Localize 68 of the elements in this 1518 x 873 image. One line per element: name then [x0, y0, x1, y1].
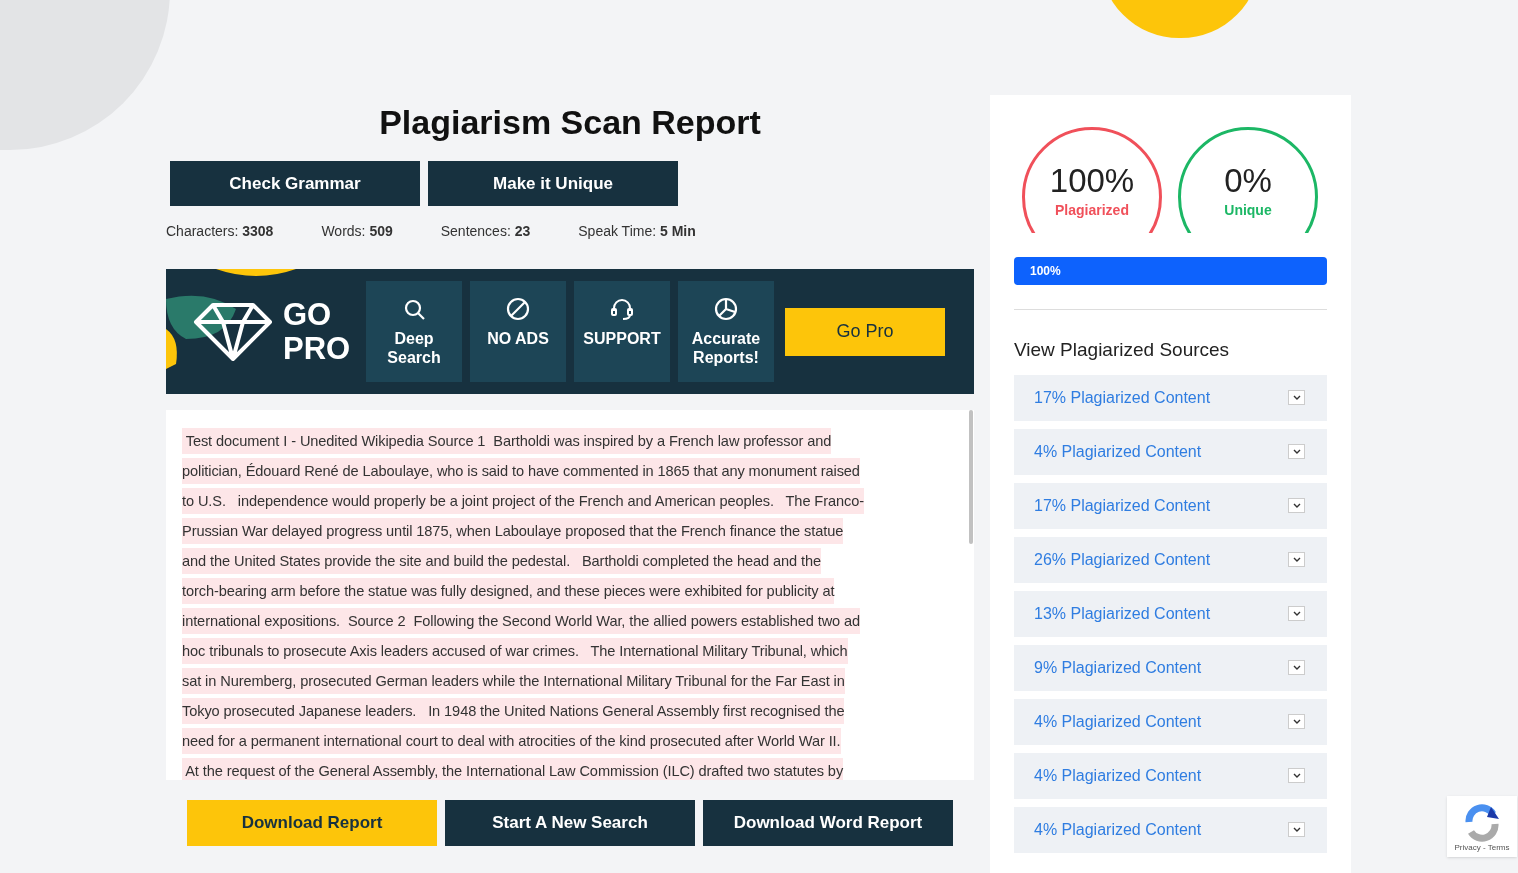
source-item[interactable]: 9% Plagiarized Content [1014, 644, 1327, 691]
score-value: 100% [1049, 162, 1135, 200]
action-button[interactable]: Make it Unique [428, 161, 678, 206]
source-item[interactable]: 26% Plagiarized Content [1014, 536, 1327, 583]
stat-text: Characters: 3308 [166, 222, 274, 241]
refresh-arrows-icon [1463, 804, 1501, 842]
sources-heading: View Plagiarized Sources [1014, 338, 1231, 362]
scrollbar[interactable] [969, 410, 973, 544]
pie-chart-icon [714, 297, 738, 321]
chevron-icon [1292, 449, 1301, 454]
stat-text: Words: 509 [321, 222, 393, 241]
progress-fill: 100% [1014, 257, 1327, 285]
chevron-button[interactable] [1288, 606, 1305, 621]
page-title: Plagiarism Scan Report [378, 102, 762, 143]
source-label: 4% Plagiarized Content [1034, 765, 1202, 786]
action-button[interactable]: Download Word Report [703, 800, 953, 846]
stat-text: Speak Time: 5 Min [578, 222, 696, 241]
go-pro-button[interactable]: Go Pro [785, 307, 945, 356]
chevron-icon [1292, 719, 1301, 724]
score-label: Plagiarized [1055, 201, 1129, 220]
diamond-icon [193, 301, 273, 362]
source-label: 13% Plagiarized Content [1034, 603, 1211, 624]
score-value: 0% [1224, 162, 1272, 200]
source-item[interactable]: 17% Plagiarized Content [1014, 374, 1327, 421]
source-label: 17% Plagiarized Content [1034, 495, 1211, 516]
chevron-icon [1292, 395, 1301, 400]
source-label: 4% Plagiarized Content [1034, 441, 1202, 462]
source-item[interactable]: 4% Plagiarized Content [1014, 806, 1327, 853]
prohibited-icon [506, 297, 530, 321]
source-item[interactable]: 17% Plagiarized Content [1014, 482, 1327, 529]
score-label: Unique [1224, 201, 1272, 220]
action-button[interactable]: Check Grammar [170, 161, 420, 206]
source-label: 4% Plagiarized Content [1034, 819, 1202, 840]
search-icon [402, 297, 426, 321]
stat-text: Sentences: 23 [440, 222, 531, 241]
source-label: 9% Plagiarized Content [1034, 657, 1202, 678]
chevron-button[interactable] [1288, 714, 1305, 729]
source-item[interactable]: 4% Plagiarized Content [1014, 698, 1327, 745]
chevron-icon [1292, 611, 1301, 616]
logo-text: PRO [283, 331, 352, 366]
chevron-icon [1292, 665, 1301, 670]
captcha-links[interactable]: Privacy - Terms [1454, 842, 1510, 854]
chevron-button[interactable] [1288, 390, 1305, 405]
chevron-button[interactable] [1288, 660, 1305, 675]
chevron-icon [1292, 557, 1301, 562]
chevron-button[interactable] [1288, 822, 1305, 837]
chevron-icon [1292, 503, 1301, 508]
source-label: 4% Plagiarized Content [1034, 711, 1202, 732]
source-label: 26% Plagiarized Content [1034, 549, 1211, 570]
chevron-icon [1292, 827, 1301, 832]
headset-icon [610, 297, 634, 321]
source-label: 17% Plagiarized Content [1034, 387, 1211, 408]
source-item[interactable]: 13% Plagiarized Content [1014, 590, 1327, 637]
feature-label: Deep Search [386, 329, 442, 367]
chevron-button[interactable] [1288, 498, 1305, 513]
source-item[interactable]: 4% Plagiarized Content [1014, 428, 1327, 475]
logo-text: GO [283, 297, 333, 332]
feature-label: NO ADS [487, 329, 549, 348]
feature-label: SUPPORT [583, 329, 661, 348]
source-item[interactable]: 4% Plagiarized Content [1014, 752, 1327, 799]
action-button[interactable]: Download Report [187, 800, 437, 846]
feature-label: Accurate Reports! [690, 329, 762, 367]
chevron-button[interactable] [1288, 768, 1305, 783]
chevron-button[interactable] [1288, 552, 1305, 567]
captcha-badge[interactable]: Privacy - Terms [1447, 796, 1517, 857]
chevron-button[interactable] [1288, 444, 1305, 459]
chevron-icon [1292, 773, 1301, 778]
action-button[interactable]: Start A New Search [445, 800, 695, 846]
